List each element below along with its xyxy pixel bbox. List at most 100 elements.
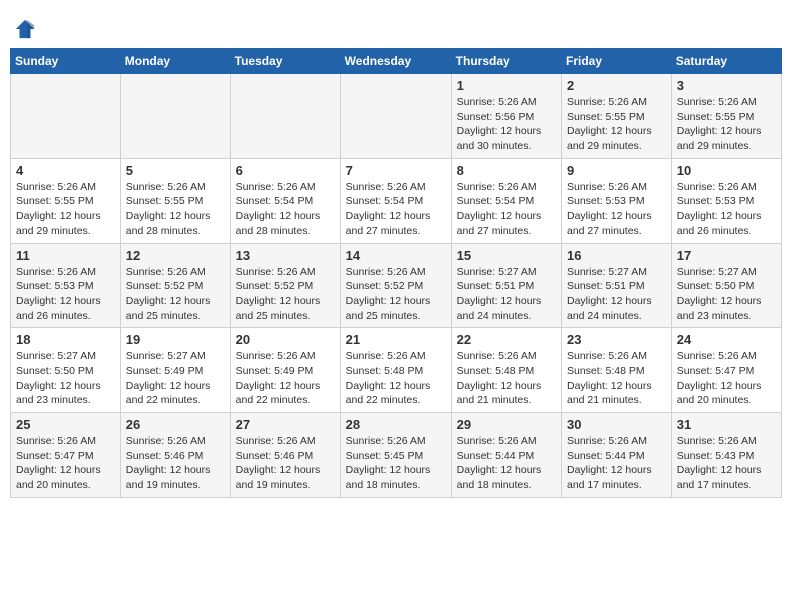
calendar-cell: 10Sunrise: 5:26 AM Sunset: 5:53 PM Dayli… <box>671 158 781 243</box>
calendar-cell: 6Sunrise: 5:26 AM Sunset: 5:54 PM Daylig… <box>230 158 340 243</box>
day-number: 29 <box>457 417 556 432</box>
day-info: Sunrise: 5:26 AM Sunset: 5:47 PM Dayligh… <box>16 434 115 493</box>
day-number: 30 <box>567 417 666 432</box>
weekday-header-saturday: Saturday <box>671 49 781 74</box>
day-info: Sunrise: 5:26 AM Sunset: 5:46 PM Dayligh… <box>126 434 225 493</box>
day-info: Sunrise: 5:27 AM Sunset: 5:50 PM Dayligh… <box>16 349 115 408</box>
calendar-cell: 19 Sunrise: 5:27 AM Sunset: 5:49 PM Dayli… <box>120 328 230 413</box>
calendar-cell: 2 Sunrise: 5:26 AM Sunset: 5:55 PM Daylig… <box>562 74 672 159</box>
calendar-cell: 11Sunrise: 5:26 AM Sunset: 5:53 PM Dayli… <box>11 243 121 328</box>
day-info: Sunrise: 5:27 AM Sunset: 5:51 PM Dayligh… <box>567 265 666 324</box>
day-number: 23 <box>567 332 666 347</box>
day-info: Sunrise: 5:26 AM Sunset: 5:44 PM Dayligh… <box>457 434 556 493</box>
day-info: Sunrise: 5:26 AM Sunset: 5:53 PM Dayligh… <box>677 180 776 239</box>
day-number: 19 <box>126 332 225 347</box>
calendar-cell: 22 Sunrise: 5:26 AM Sunset: 5:48 PM Dayli… <box>451 328 561 413</box>
day-number: 24 <box>677 332 776 347</box>
day-info: Sunrise: 5:26 AM Sunset: 5:48 PM Dayligh… <box>567 349 666 408</box>
day-number: 25 <box>16 417 115 432</box>
calendar-cell: 8 Sunrise: 5:26 AM Sunset: 5:54 PM Daylig… <box>451 158 561 243</box>
day-number: 12 <box>126 248 225 263</box>
calendar-cell: 28 Sunrise: 5:26 AM Sunset: 5:45 PM Dayli… <box>340 413 451 498</box>
calendar-cell: 20Sunrise: 5:26 AM Sunset: 5:49 PM Dayli… <box>230 328 340 413</box>
day-number: 28 <box>346 417 446 432</box>
calendar-cell: 25 Sunrise: 5:26 AM Sunset: 5:47 PM Dayli… <box>11 413 121 498</box>
calendar-cell: 21 Sunrise: 5:26 AM Sunset: 5:48 PM Dayli… <box>340 328 451 413</box>
calendar-cell: 27Sunrise: 5:26 AM Sunset: 5:46 PM Dayli… <box>230 413 340 498</box>
day-info: Sunrise: 5:27 AM Sunset: 5:49 PM Dayligh… <box>126 349 225 408</box>
page-header <box>10 10 782 44</box>
day-number: 14 <box>346 248 446 263</box>
calendar-cell: 4 Sunrise: 5:26 AM Sunset: 5:55 PM Daylig… <box>11 158 121 243</box>
weekday-header-sunday: Sunday <box>11 49 121 74</box>
calendar-cell: 3 Sunrise: 5:26 AM Sunset: 5:55 PM Daylig… <box>671 74 781 159</box>
day-number: 1 <box>457 78 556 93</box>
weekday-header-monday: Monday <box>120 49 230 74</box>
day-info: Sunrise: 5:26 AM Sunset: 5:56 PM Dayligh… <box>457 95 556 154</box>
calendar-cell: 12 Sunrise: 5:26 AM Sunset: 5:52 PM Dayli… <box>120 243 230 328</box>
day-number: 20 <box>236 332 335 347</box>
day-number: 3 <box>677 78 776 93</box>
weekday-header-thursday: Thursday <box>451 49 561 74</box>
calendar-cell: 17 Sunrise: 5:27 AM Sunset: 5:50 PM Dayli… <box>671 243 781 328</box>
logo-icon <box>14 18 36 40</box>
weekday-header-row: SundayMondayTuesdayWednesdayThursdayFrid… <box>11 49 782 74</box>
day-info: Sunrise: 5:26 AM Sunset: 5:55 PM Dayligh… <box>567 95 666 154</box>
calendar-cell: 13Sunrise: 5:26 AM Sunset: 5:52 PM Dayli… <box>230 243 340 328</box>
day-number: 27 <box>236 417 335 432</box>
day-info: Sunrise: 5:26 AM Sunset: 5:53 PM Dayligh… <box>567 180 666 239</box>
day-info: Sunrise: 5:26 AM Sunset: 5:48 PM Dayligh… <box>457 349 556 408</box>
calendar-cell <box>11 74 121 159</box>
day-number: 16 <box>567 248 666 263</box>
calendar-cell: 31Sunrise: 5:26 AM Sunset: 5:43 PM Dayli… <box>671 413 781 498</box>
day-info: Sunrise: 5:26 AM Sunset: 5:54 PM Dayligh… <box>457 180 556 239</box>
day-number: 22 <box>457 332 556 347</box>
weekday-header-tuesday: Tuesday <box>230 49 340 74</box>
day-number: 6 <box>236 163 335 178</box>
calendar-cell: 24 Sunrise: 5:26 AM Sunset: 5:47 PM Dayli… <box>671 328 781 413</box>
calendar-cell: 18 Sunrise: 5:27 AM Sunset: 5:50 PM Dayli… <box>11 328 121 413</box>
day-info: Sunrise: 5:26 AM Sunset: 5:55 PM Dayligh… <box>16 180 115 239</box>
weekday-header-friday: Friday <box>562 49 672 74</box>
day-number: 15 <box>457 248 556 263</box>
day-info: Sunrise: 5:26 AM Sunset: 5:48 PM Dayligh… <box>346 349 446 408</box>
day-number: 2 <box>567 78 666 93</box>
calendar-cell <box>230 74 340 159</box>
calendar-cell: 16 Sunrise: 5:27 AM Sunset: 5:51 PM Dayli… <box>562 243 672 328</box>
calendar-cell: 23 Sunrise: 5:26 AM Sunset: 5:48 PM Dayli… <box>562 328 672 413</box>
calendar-cell: 14 Sunrise: 5:26 AM Sunset: 5:52 PM Dayli… <box>340 243 451 328</box>
calendar-week-4: 18 Sunrise: 5:27 AM Sunset: 5:50 PM Dayli… <box>11 328 782 413</box>
day-number: 18 <box>16 332 115 347</box>
day-info: Sunrise: 5:27 AM Sunset: 5:50 PM Dayligh… <box>677 265 776 324</box>
day-info: Sunrise: 5:26 AM Sunset: 5:52 PM Dayligh… <box>126 265 225 324</box>
calendar-cell: 1 Sunrise: 5:26 AM Sunset: 5:56 PM Daylig… <box>451 74 561 159</box>
calendar-cell: 15 Sunrise: 5:27 AM Sunset: 5:51 PM Dayli… <box>451 243 561 328</box>
day-info: Sunrise: 5:26 AM Sunset: 5:52 PM Dayligh… <box>346 265 446 324</box>
day-info: Sunrise: 5:27 AM Sunset: 5:51 PM Dayligh… <box>457 265 556 324</box>
day-info: Sunrise: 5:26 AM Sunset: 5:55 PM Dayligh… <box>677 95 776 154</box>
calendar-cell: 26 Sunrise: 5:26 AM Sunset: 5:46 PM Dayli… <box>120 413 230 498</box>
day-number: 26 <box>126 417 225 432</box>
calendar-cell <box>120 74 230 159</box>
day-number: 21 <box>346 332 446 347</box>
calendar-cell: 30 Sunrise: 5:26 AM Sunset: 5:44 PM Dayli… <box>562 413 672 498</box>
calendar-cell: 7Sunrise: 5:26 AM Sunset: 5:54 PM Daylig… <box>340 158 451 243</box>
day-info: Sunrise: 5:26 AM Sunset: 5:44 PM Dayligh… <box>567 434 666 493</box>
calendar-week-1: 1 Sunrise: 5:26 AM Sunset: 5:56 PM Daylig… <box>11 74 782 159</box>
calendar-cell: 9 Sunrise: 5:26 AM Sunset: 5:53 PM Daylig… <box>562 158 672 243</box>
day-info: Sunrise: 5:26 AM Sunset: 5:43 PM Dayligh… <box>677 434 776 493</box>
calendar-week-5: 25 Sunrise: 5:26 AM Sunset: 5:47 PM Dayli… <box>11 413 782 498</box>
calendar-week-3: 11Sunrise: 5:26 AM Sunset: 5:53 PM Dayli… <box>11 243 782 328</box>
day-number: 17 <box>677 248 776 263</box>
calendar-table: SundayMondayTuesdayWednesdayThursdayFrid… <box>10 48 782 498</box>
day-info: Sunrise: 5:26 AM Sunset: 5:47 PM Dayligh… <box>677 349 776 408</box>
day-number: 8 <box>457 163 556 178</box>
calendar-week-2: 4 Sunrise: 5:26 AM Sunset: 5:55 PM Daylig… <box>11 158 782 243</box>
logo <box>14 18 40 40</box>
day-info: Sunrise: 5:26 AM Sunset: 5:54 PM Dayligh… <box>346 180 446 239</box>
day-number: 4 <box>16 163 115 178</box>
day-info: Sunrise: 5:26 AM Sunset: 5:52 PM Dayligh… <box>236 265 335 324</box>
day-number: 11 <box>16 248 115 263</box>
day-number: 9 <box>567 163 666 178</box>
day-info: Sunrise: 5:26 AM Sunset: 5:45 PM Dayligh… <box>346 434 446 493</box>
